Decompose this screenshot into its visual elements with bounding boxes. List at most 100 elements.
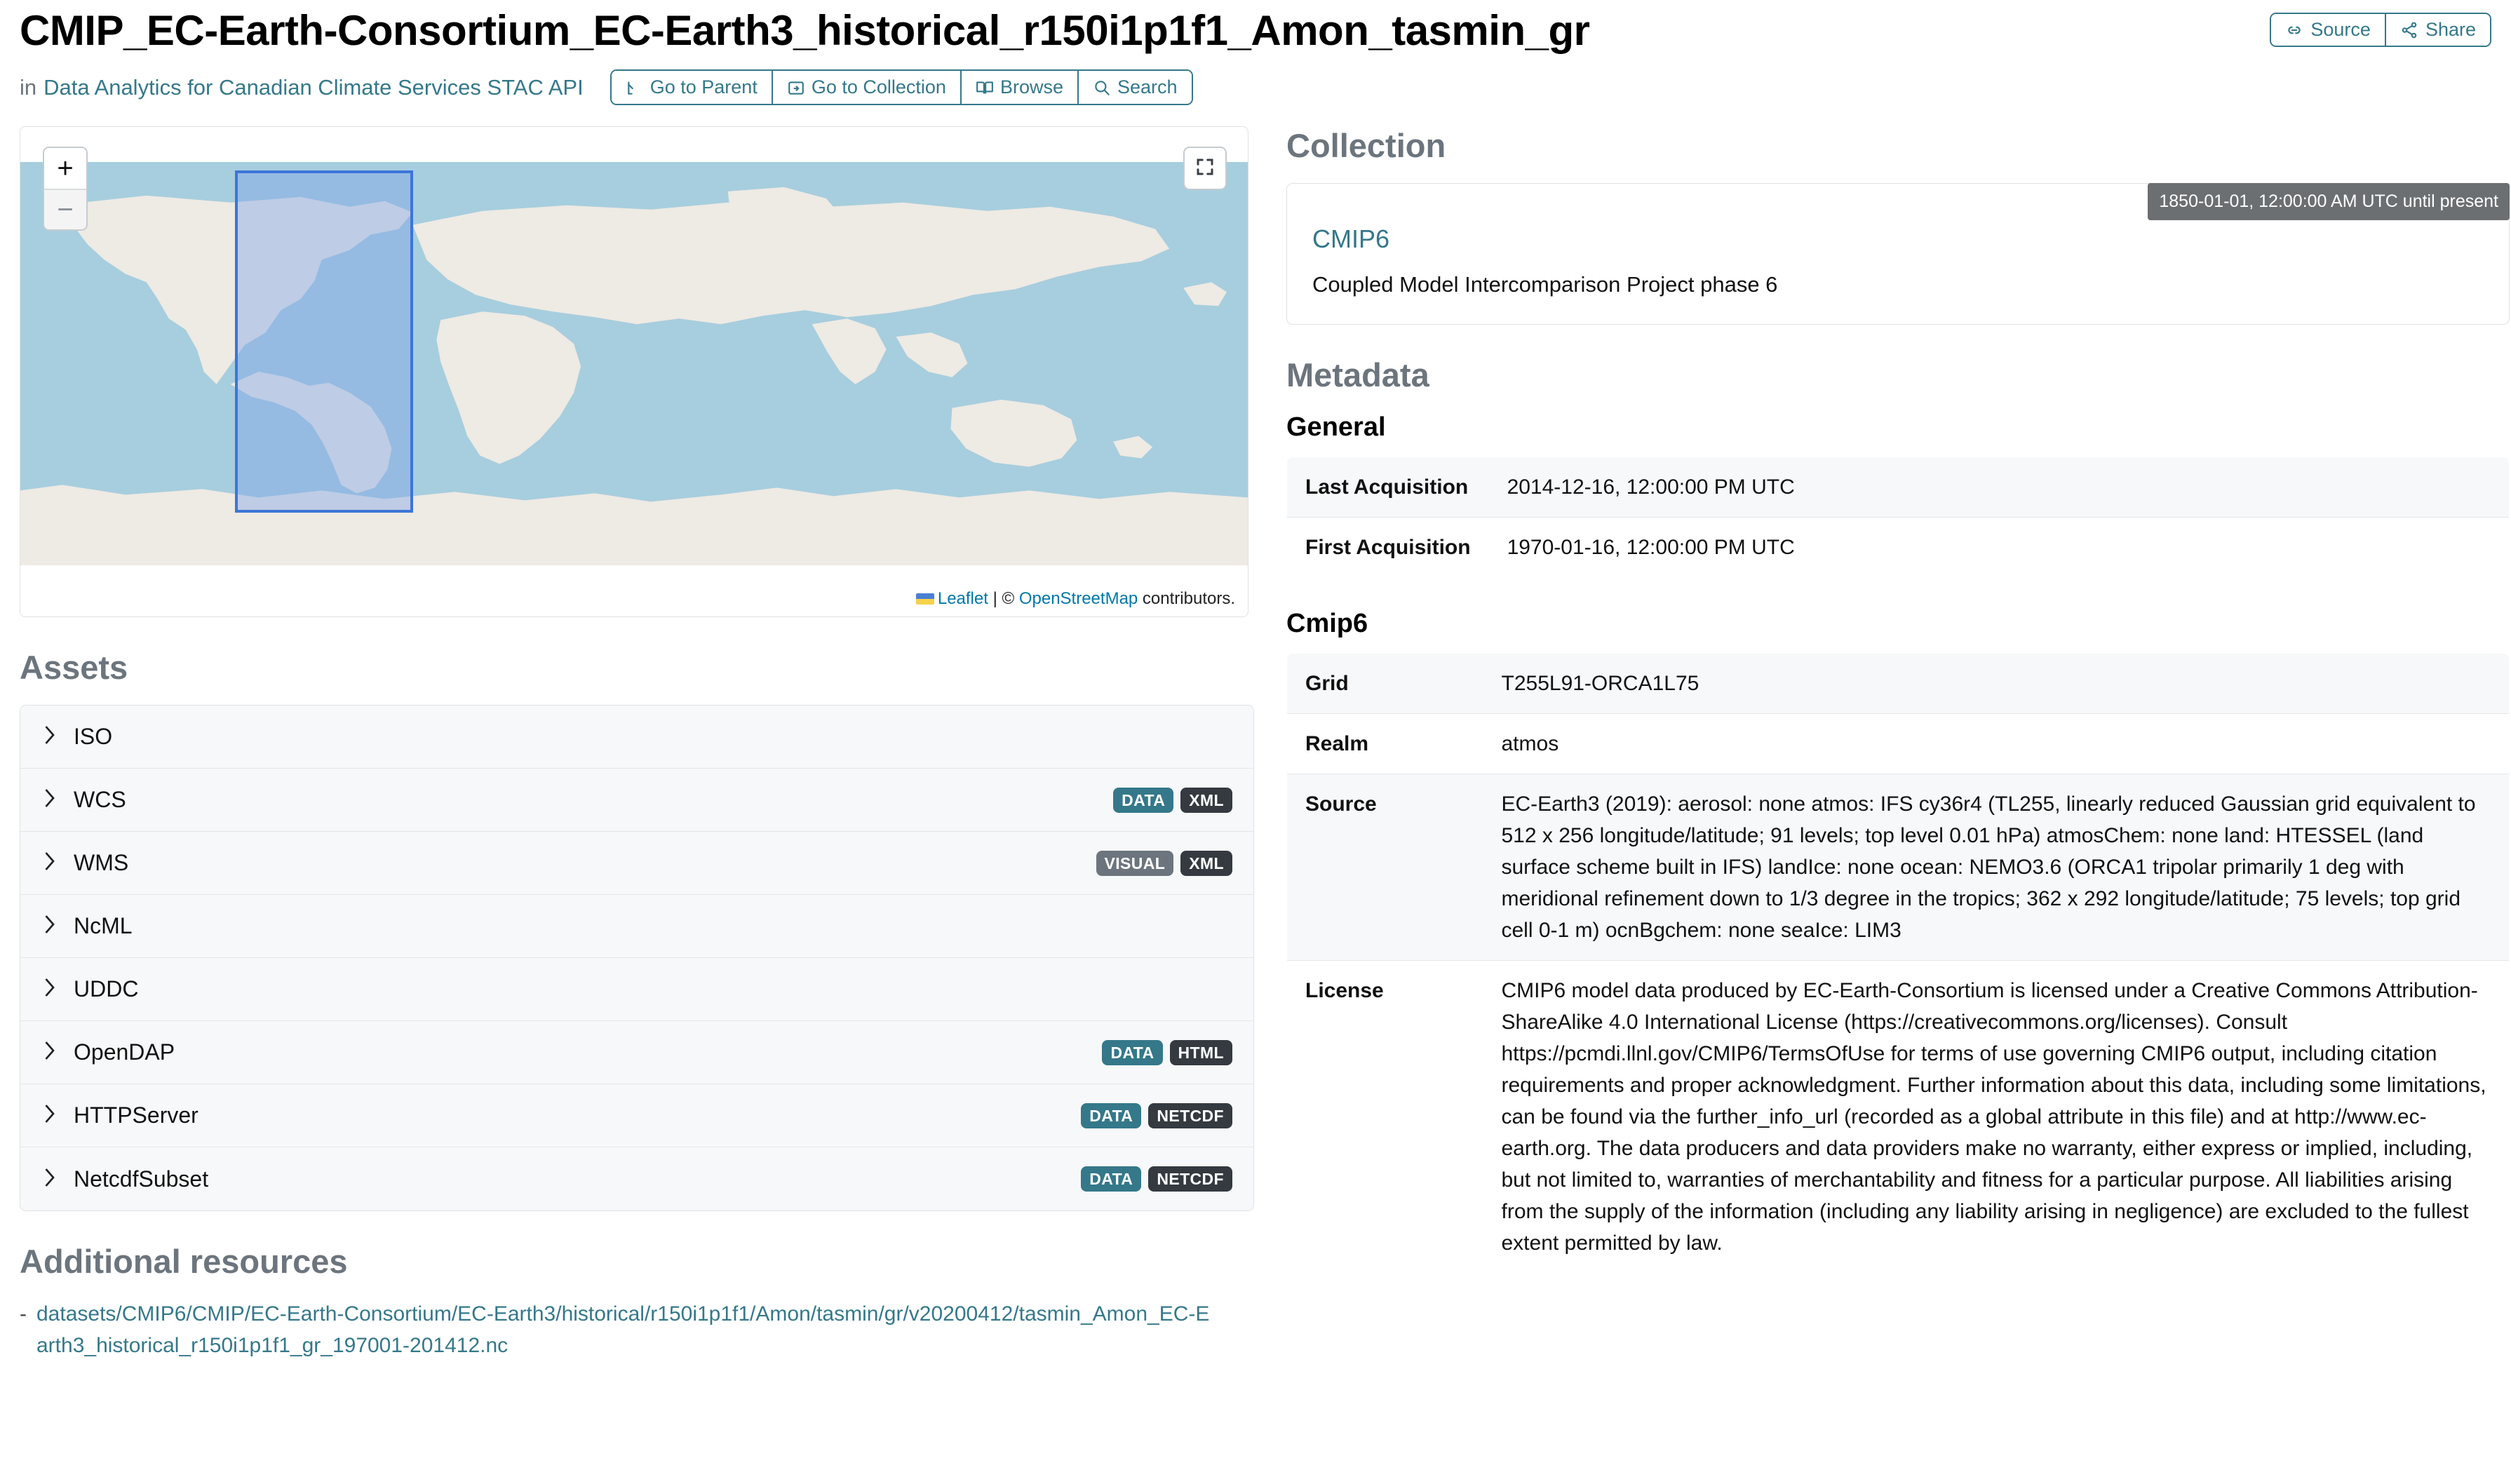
metadata-heading: Metadata [1286, 356, 1429, 394]
metadata-cmip6-table: Grid T255L91-ORCA1L75 Realm atmos Source… [1286, 653, 2510, 1274]
table-row: Last Acquisition 2014-12-16, 12:00:00 PM… [1287, 457, 2509, 518]
world-map-graphic [20, 162, 1248, 566]
table-cell-value: EC-Earth3 (2019): aerosol: none atmos: I… [1483, 774, 2509, 962]
table-cell-value: 1970-01-16, 12:00:00 PM UTC [1488, 517, 2509, 578]
table-row: First Acquisition 1970-01-16, 12:00:00 P… [1287, 517, 2509, 578]
status-badge: NETCDF [1148, 1102, 1232, 1128]
chevron-right-icon [41, 788, 65, 812]
browse-label: Browse [999, 76, 1063, 98]
status-badge: NETCDF [1148, 1166, 1232, 1192]
chevron-right-icon [41, 914, 65, 938]
bbox-selection [235, 170, 413, 513]
asset-badges: VISUAL XML [1096, 850, 1232, 876]
share-label: Share [2425, 19, 2476, 40]
map-zoom-control: + − [43, 147, 88, 231]
table-row: Source EC-Earth3 (2019): aerosol: none a… [1287, 774, 2509, 962]
asset-label: NetcdfSubset [74, 1166, 209, 1192]
action-button-group: Source Share [2270, 13, 2491, 47]
status-badge: DATA [1113, 787, 1174, 813]
asset-badges: DATA HTML [1102, 1039, 1232, 1065]
breadcrumb-catalog-link[interactable]: Data Analytics for Canadian Climate Serv… [43, 75, 584, 100]
asset-row[interactable]: NcML [20, 895, 1253, 959]
go-to-parent-label: Go to Parent [649, 76, 758, 98]
share-button[interactable]: Share [2385, 14, 2490, 46]
search-icon [1093, 79, 1111, 97]
additional-resources-list: - datasets/CMIP6/CMIP/EC-Earth-Consortiu… [20, 1299, 1254, 1361]
table-cell-key: Grid [1287, 654, 1483, 715]
attribution-separator: | © [988, 589, 1019, 609]
share-icon [2400, 21, 2418, 39]
go-to-collection-button[interactable]: Go to Collection [772, 71, 962, 104]
status-badge: XML [1180, 787, 1232, 813]
asset-row[interactable]: NetcdfSubset DATA NETCDF [20, 1147, 1253, 1211]
metadata-general-subheading: General [1286, 412, 1386, 443]
temporal-extent-tooltip: 1850-01-01, 12:00:00 AM UTC until presen… [2148, 183, 2510, 221]
asset-row[interactable]: ISO [20, 706, 1253, 769]
table-cell-key: First Acquisition [1287, 517, 1489, 578]
arrow-up-left-icon [626, 79, 644, 97]
metadata-general-table: Last Acquisition 2014-12-16, 12:00:00 PM… [1286, 457, 2510, 579]
table-cell-value: 2014-12-16, 12:00:00 PM UTC [1488, 457, 2509, 518]
search-button[interactable]: Search [1078, 71, 1192, 104]
chevron-right-icon [41, 851, 65, 875]
chevron-right-icon [41, 1103, 65, 1128]
table-row: Grid T255L91-ORCA1L75 [1287, 654, 2509, 715]
stac-item-page: CMIP_EC-Earth-Consortium_EC-Earth3_histo… [0, 0, 2511, 1484]
table-cell-key: License [1287, 960, 1483, 1274]
folder-share-icon [787, 79, 805, 97]
table-row: License CMIP6 model data produced by EC-… [1287, 960, 2509, 1274]
map-attribution: Leaflet | © OpenStreetMap contributors. [908, 587, 1242, 612]
fullscreen-button[interactable] [1183, 147, 1227, 191]
asset-label: WCS [74, 787, 126, 813]
leaflet-link[interactable]: Leaflet [938, 589, 988, 608]
table-row: Realm atmos [1287, 713, 2509, 775]
asset-row[interactable]: OpenDAP DATA HTML [20, 1021, 1253, 1085]
openstreetmap-link[interactable]: OpenStreetMap [1019, 589, 1138, 608]
source-button[interactable]: Source [2271, 14, 2386, 46]
chevron-right-icon [41, 724, 65, 749]
asset-row[interactable]: UDDC [20, 958, 1253, 1022]
zoom-out-button[interactable]: − [44, 189, 86, 230]
collection-link[interactable]: CMIP6 [1312, 224, 2484, 254]
table-cell-key: Realm [1287, 713, 1483, 775]
page-header: CMIP_EC-Earth-Consortium_EC-Earth3_histo… [20, 0, 2491, 106]
asset-row[interactable]: WCS DATA XML [20, 769, 1253, 832]
asset-label: HTTPServer [74, 1102, 198, 1128]
asset-label: OpenDAP [74, 1039, 175, 1065]
asset-label: WMS [74, 850, 129, 876]
status-badge: DATA [1081, 1166, 1142, 1192]
collection-description: Coupled Model Intercomparison Project ph… [1312, 272, 1778, 297]
status-badge: VISUAL [1096, 850, 1174, 876]
zoom-in-button[interactable]: + [44, 148, 86, 189]
list-item: - datasets/CMIP6/CMIP/EC-Earth-Consortiu… [20, 1299, 1254, 1361]
asset-row[interactable]: HTTPServer DATA NETCDF [20, 1084, 1253, 1148]
status-badge: DATA [1102, 1039, 1163, 1065]
page-title: CMIP_EC-Earth-Consortium_EC-Earth3_histo… [20, 7, 1590, 54]
asset-label: UDDC [74, 976, 139, 1002]
browse-button[interactable]: Browse [961, 71, 1079, 104]
resource-link[interactable]: datasets/CMIP6/CMIP/EC-Earth-Consortium/… [36, 1299, 1215, 1361]
table-cell-value: CMIP6 model data produced by EC-Earth-Co… [1483, 960, 2509, 1274]
go-to-parent-button[interactable]: Go to Parent [611, 71, 773, 104]
assets-heading: Assets [20, 649, 128, 687]
additional-resources-heading: Additional resources [20, 1243, 348, 1281]
go-to-collection-label: Go to Collection [811, 76, 946, 98]
table-cell-value: T255L91-ORCA1L75 [1483, 654, 2509, 715]
attribution-suffix: contributors. [1138, 589, 1235, 609]
right-column: Collection 1850-01-01, 12:00:00 AM UTC u… [1286, 126, 2510, 1361]
leaflet-flag-icon [915, 593, 934, 605]
asset-badges: DATA NETCDF [1081, 1102, 1232, 1128]
map-card[interactable]: + − Leaflet | © OpenStreetMap contributo… [20, 126, 1248, 618]
asset-label: NcML [74, 913, 133, 939]
metadata-cmip6-subheading: Cmip6 [1286, 609, 1368, 639]
search-label: Search [1117, 76, 1178, 98]
asset-row[interactable]: WMS VISUAL XML [20, 832, 1253, 896]
chevron-right-icon [41, 1040, 65, 1065]
asset-badges: DATA XML [1113, 787, 1232, 813]
nav-button-group: Go to Parent Go to Collection Browse Sea… [610, 69, 1193, 106]
leaflet-map[interactable] [20, 162, 1248, 566]
assets-list: ISO WCS DATA XML WMS VISUAL XML NcML UDD… [20, 705, 1254, 1212]
chevron-right-icon [41, 1167, 65, 1192]
chevron-right-icon [41, 977, 65, 1001]
asset-label: ISO [74, 724, 113, 750]
